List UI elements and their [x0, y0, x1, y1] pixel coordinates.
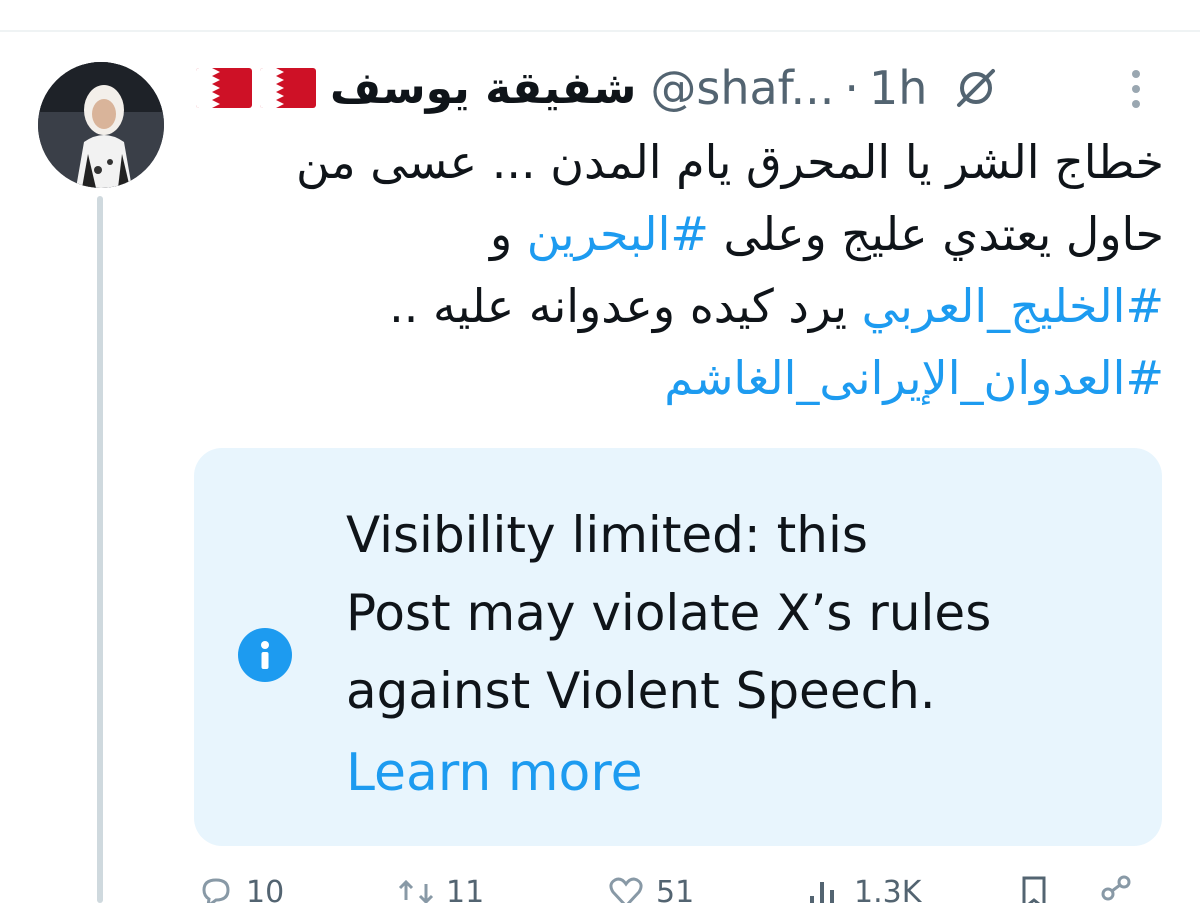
- info-icon: [238, 628, 292, 682]
- post-text-line: خطاج الشر يا المحرق يام المدن ... عسى من: [196, 126, 1164, 198]
- hashtag-link[interactable]: #العدوان_الإيرانى_الغاشم: [664, 351, 1164, 405]
- views-count: 1.3K: [854, 874, 922, 903]
- post-header: شفيقة يوسف @shaf... · 1h: [196, 52, 1166, 124]
- top-divider: [0, 30, 1200, 32]
- display-name[interactable]: شفيقة يوسف: [330, 63, 636, 114]
- avatar[interactable]: [38, 62, 164, 188]
- reply-icon: [202, 878, 230, 903]
- notice-line: Visibility limited: this: [346, 506, 868, 564]
- views-button[interactable]: 1.3K: [804, 872, 921, 903]
- repost-button[interactable]: 11: [396, 872, 484, 903]
- hashtag-link[interactable]: #الخليج_العربي: [862, 279, 1164, 333]
- post-text: خطاج الشر يا المحرق يام المدن ... عسى من…: [196, 126, 1164, 414]
- hashtag-link[interactable]: #البحرين: [527, 207, 709, 261]
- text-segment: خطاج الشر يا المحرق يام المدن ... عسى من: [295, 135, 1164, 189]
- repost-icon: [398, 879, 434, 903]
- bahrain-flag-icon: [196, 68, 252, 108]
- post-text-line: #العدوان_الإيرانى_الغاشم: [196, 342, 1164, 414]
- thread-line: [97, 196, 103, 903]
- reply-count: 10: [246, 874, 285, 903]
- like-count: 51: [656, 874, 695, 903]
- notice-line: against Violent Speech.: [346, 662, 936, 720]
- separator: ·: [844, 61, 860, 115]
- grok-icon[interactable]: [953, 65, 999, 111]
- share-icon: [1101, 875, 1131, 901]
- repost-count: 11: [446, 874, 485, 903]
- bookmark-icon: [1022, 876, 1046, 903]
- like-icon: [609, 877, 643, 903]
- notice-line: Post may violate X’s rules: [346, 584, 992, 642]
- action-bar: 10 11 51 1.3K: [196, 872, 1156, 903]
- share-button[interactable]: [1096, 872, 1136, 903]
- post-time[interactable]: 1h: [869, 61, 927, 115]
- views-icon: [810, 882, 834, 903]
- text-segment: حاول يعتدي عليج وعلى: [708, 207, 1164, 261]
- post-text-line: #الخليج_العربي يرد كيده وعدوانه عليه ..: [196, 270, 1164, 342]
- text-segment: يرد كيده وعدوانه عليه ..: [389, 279, 862, 333]
- reply-button[interactable]: 10: [196, 872, 284, 903]
- notice-text: Visibility limited: this Post may violat…: [346, 496, 1136, 730]
- like-button[interactable]: 51: [606, 872, 694, 903]
- bahrain-flag-icon: [260, 68, 316, 108]
- bookmark-button[interactable]: [1014, 872, 1054, 903]
- flags: [196, 68, 316, 108]
- avatar-image: [38, 62, 164, 188]
- text-segment: و: [489, 207, 527, 261]
- more-icon[interactable]: [1124, 66, 1148, 112]
- learn-more-link[interactable]: Learn more: [346, 734, 643, 812]
- user-handle[interactable]: @shaf...: [650, 61, 834, 115]
- post-text-line: حاول يعتدي عليج وعلى #البحرين و: [196, 198, 1164, 270]
